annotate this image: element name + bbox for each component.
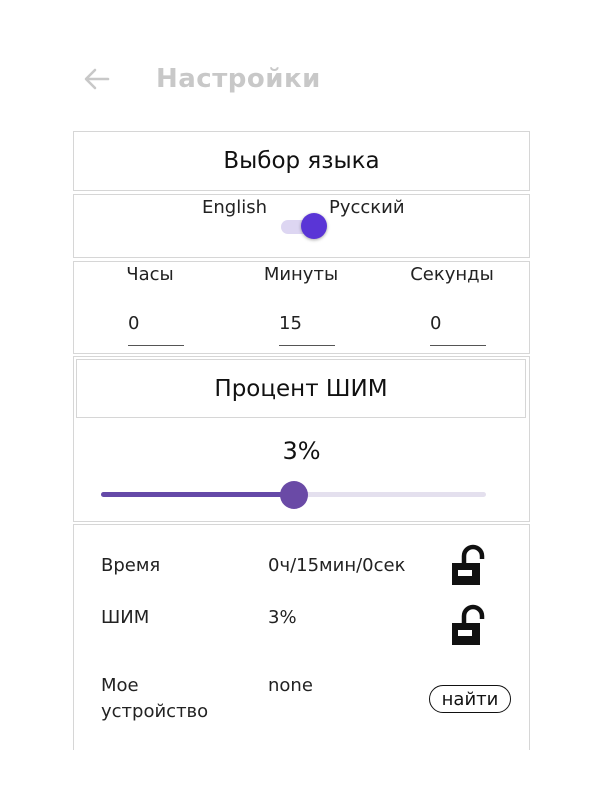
status-pwm-label: ШИМ [101,607,150,628]
slider-thumb[interactable] [279,481,308,509]
status-time-value: 0ч/15мин/0сек [268,555,406,576]
language-option-russian: Русский [329,197,405,218]
pwm-section: Процент ШИМ 3% [73,356,530,522]
seconds-column: Секунды [382,262,522,355]
lock-open-icon[interactable] [450,603,490,647]
hours-input[interactable] [128,306,184,346]
back-button[interactable] [80,62,114,96]
status-section: Время 0ч/15мин/0сек ШИМ 3% Мое устройств… [73,524,530,750]
language-header-label: Выбор языка [223,148,380,174]
status-pwm-value: 3% [268,607,297,628]
pwm-header-label: Процент ШИМ [214,375,388,402]
lock-open-icon[interactable] [450,543,490,587]
device-label: Мое устройство [101,675,209,722]
language-toggle-section: English Русский [73,194,530,258]
find-device-button[interactable]: найти [429,685,511,713]
device-value: none [268,675,313,696]
hours-label: Часы [126,264,174,285]
minutes-label: Минуты [263,264,339,285]
time-settings-section: Часы Минуты Секунды [73,261,530,354]
pwm-slider[interactable] [101,481,486,509]
switch-thumb [301,213,327,239]
page-title: Настройки [156,64,321,94]
language-option-english: English [202,197,267,218]
language-section-header: Выбор языка [73,131,530,191]
seconds-input[interactable] [430,306,486,346]
app-bar: Настройки [0,0,606,130]
minutes-input[interactable] [279,306,335,346]
language-switch[interactable] [279,213,331,239]
minutes-column: Минуты [231,262,371,355]
seconds-label: Секунды [410,264,494,285]
slider-fill [101,492,294,497]
hours-column: Часы [80,262,220,355]
pwm-value-text: 3% [282,437,321,465]
pwm-section-header: Процент ШИМ [76,359,526,418]
status-time-label: Время [101,555,161,576]
arrow-left-icon [84,68,110,90]
